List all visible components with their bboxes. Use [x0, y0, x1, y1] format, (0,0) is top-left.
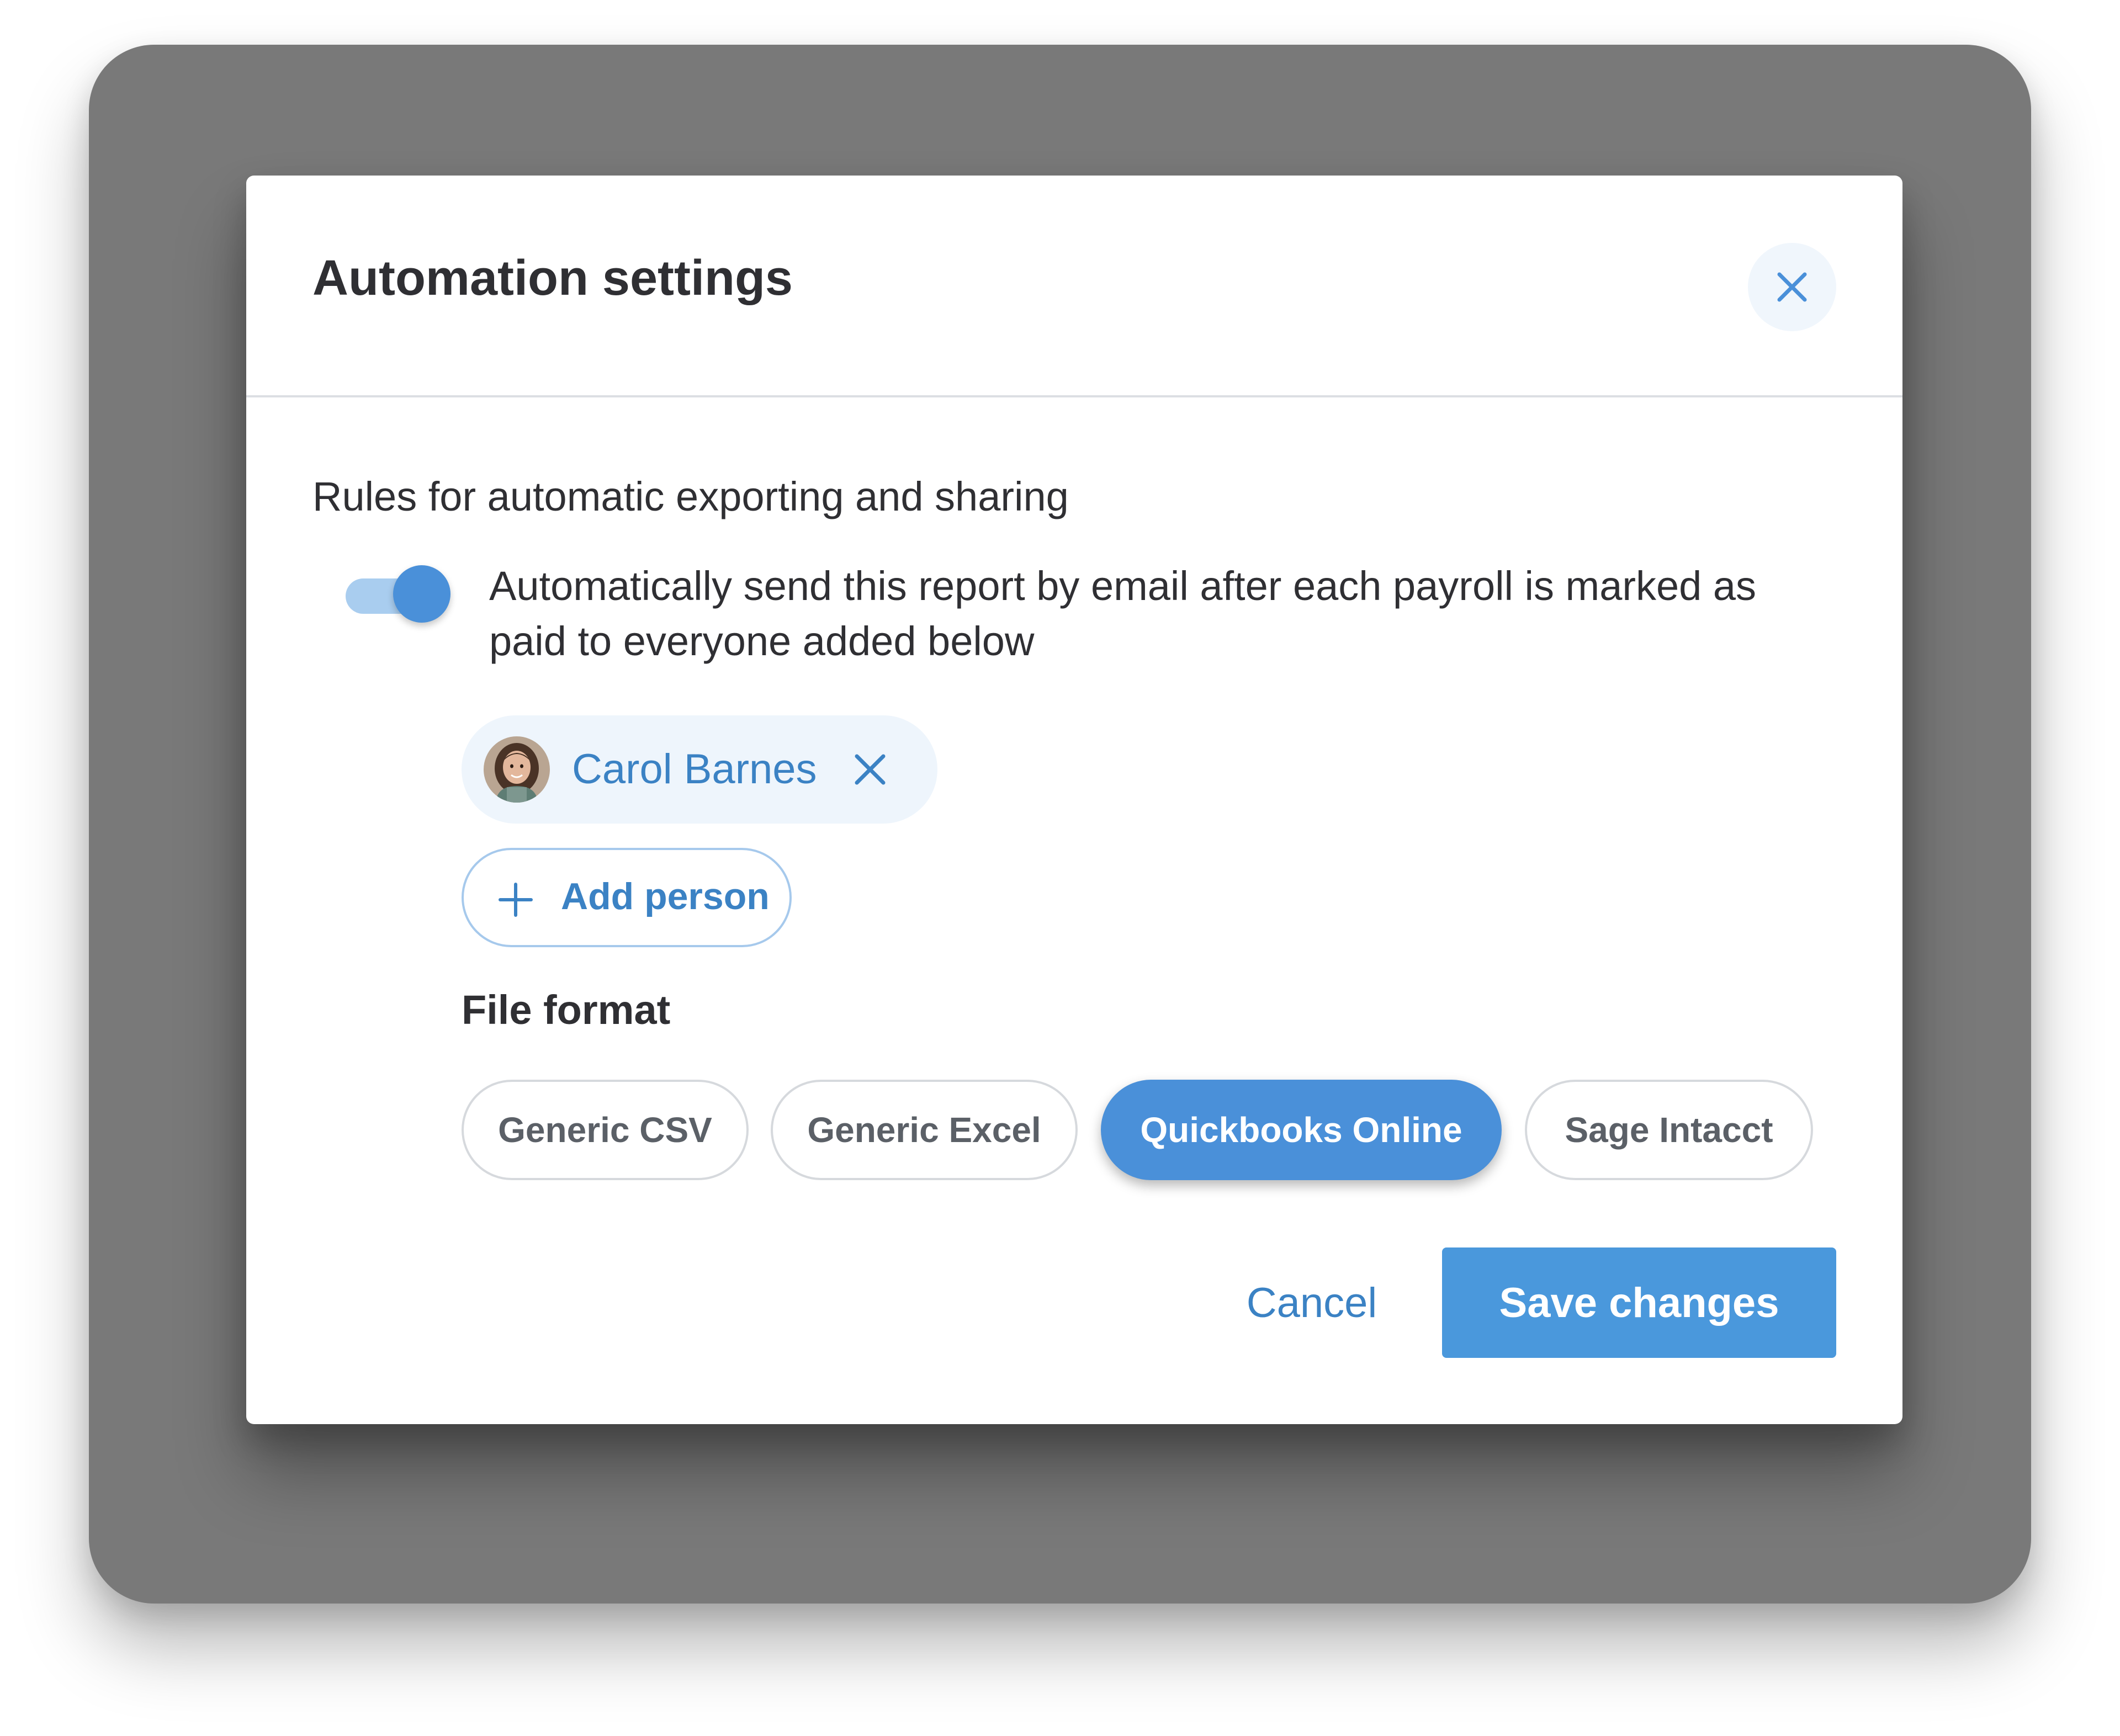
format-option-quickbooks-online[interactable]: Quickbooks Online [1101, 1080, 1502, 1180]
format-option-generic-csv[interactable]: Generic CSV [462, 1080, 749, 1180]
close-icon [1777, 272, 1807, 302]
recipient-name: Carol Barnes [572, 746, 817, 793]
automation-settings-dialog: Automation settings Rules for automatic … [246, 176, 1902, 1424]
plus-icon [499, 883, 533, 917]
format-option-generic-excel[interactable]: Generic Excel [771, 1080, 1078, 1180]
avatar [484, 736, 550, 803]
auto-send-description: Automatically send this report by email … [489, 563, 1757, 664]
rules-heading: Rules for automatic exporting and sharin… [312, 474, 1069, 519]
dialog-header: Automation settings [246, 176, 1902, 397]
save-changes-button[interactable]: Save changes [1442, 1247, 1836, 1358]
add-person-label: Add person [561, 875, 770, 917]
file-format-label: File format [462, 987, 671, 1033]
toggle-thumb [393, 565, 451, 623]
dialog-title: Automation settings [312, 251, 793, 306]
remove-recipient-button[interactable] [848, 747, 892, 792]
format-option-sage-intacct[interactable]: Sage Intacct [1525, 1080, 1813, 1180]
cancel-button[interactable]: Cancel [1196, 1247, 1428, 1358]
close-button[interactable] [1748, 243, 1836, 331]
add-person-button[interactable]: Add person [462, 848, 792, 947]
auto-send-toggle[interactable] [346, 565, 451, 623]
recipient-chip: Carol Barnes [462, 715, 937, 824]
close-icon [855, 754, 886, 785]
